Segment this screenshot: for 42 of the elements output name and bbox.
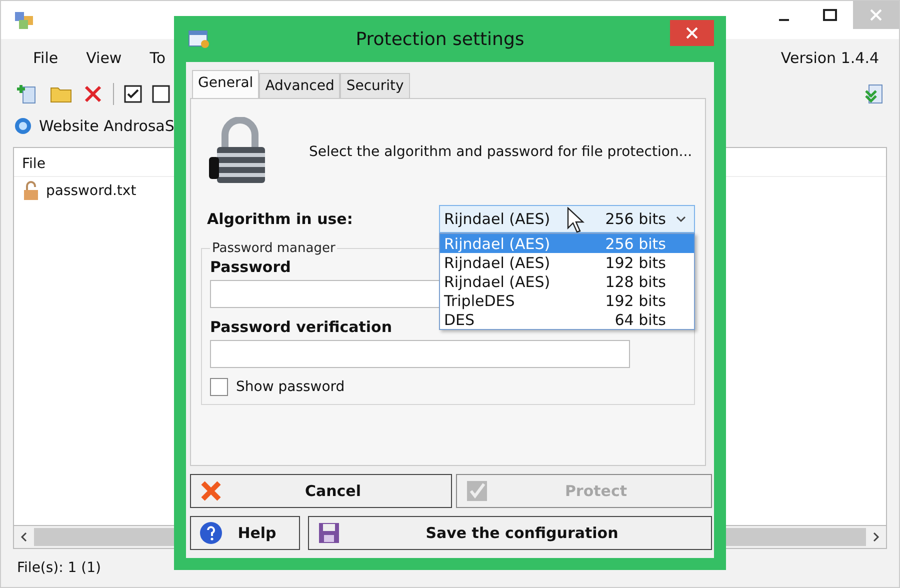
delete-icon[interactable] bbox=[83, 84, 103, 104]
checked-box-icon[interactable] bbox=[124, 85, 142, 103]
dropdown-option[interactable]: Rijndael (AES) 192 bits bbox=[440, 253, 694, 272]
browser-icon[interactable] bbox=[13, 116, 33, 136]
close-icon bbox=[870, 9, 882, 21]
status-text: File(s): 1 (1) bbox=[16, 559, 102, 578]
chevron-down-icon bbox=[676, 216, 686, 222]
menu-item[interactable]: To bbox=[150, 49, 166, 67]
intro-text: Select the algorithm and password for file protection... bbox=[309, 144, 692, 160]
cross-icon bbox=[199, 479, 223, 503]
close-button[interactable] bbox=[670, 20, 714, 46]
algorithm-dropdown[interactable]: Rijndael (AES) 256 bits bbox=[439, 205, 695, 233]
empty-box-icon[interactable] bbox=[152, 85, 170, 103]
tab[interactable]: Security bbox=[340, 73, 410, 99]
show-password-label[interactable]: Show password bbox=[236, 379, 345, 395]
password-label: Password bbox=[210, 258, 291, 276]
algorithm-label: Algorithm in use: bbox=[207, 210, 354, 228]
maximize-icon bbox=[823, 9, 837, 21]
settings-window-icon bbox=[188, 29, 210, 49]
dropdown-option[interactable]: DES 64 bits bbox=[440, 310, 694, 329]
verification-field[interactable] bbox=[210, 340, 630, 368]
menu-item[interactable]: File bbox=[33, 49, 58, 67]
dropdown-option[interactable]: Rijndael (AES) 128 bits bbox=[440, 272, 694, 291]
checkbox[interactable] bbox=[210, 378, 228, 396]
website-link[interactable]: Website AndrosaS bbox=[39, 117, 174, 135]
dialog-title: Protection settings bbox=[356, 28, 524, 50]
dropdown-option[interactable]: TripleDES 192 bits bbox=[440, 291, 694, 310]
download-icon[interactable] bbox=[863, 83, 885, 105]
minimize-icon bbox=[779, 19, 789, 21]
cancel-button[interactable]: Cancel bbox=[190, 474, 452, 508]
menu-item[interactable]: View bbox=[86, 49, 122, 67]
group-title: Password manager bbox=[211, 241, 336, 256]
help-button[interactable]: Help bbox=[190, 516, 300, 550]
tab[interactable]: Advanced bbox=[259, 73, 340, 99]
verification-label: Password verification bbox=[210, 318, 392, 336]
version-label: Version 1.4.4 bbox=[780, 49, 879, 67]
file-name[interactable]: password.txt bbox=[46, 183, 136, 199]
tab[interactable]: General bbox=[192, 70, 260, 99]
save-button[interactable]: Save the configuration bbox=[308, 516, 712, 550]
help-icon bbox=[199, 521, 223, 545]
close-icon bbox=[686, 27, 698, 39]
checkmark-icon bbox=[465, 479, 489, 503]
